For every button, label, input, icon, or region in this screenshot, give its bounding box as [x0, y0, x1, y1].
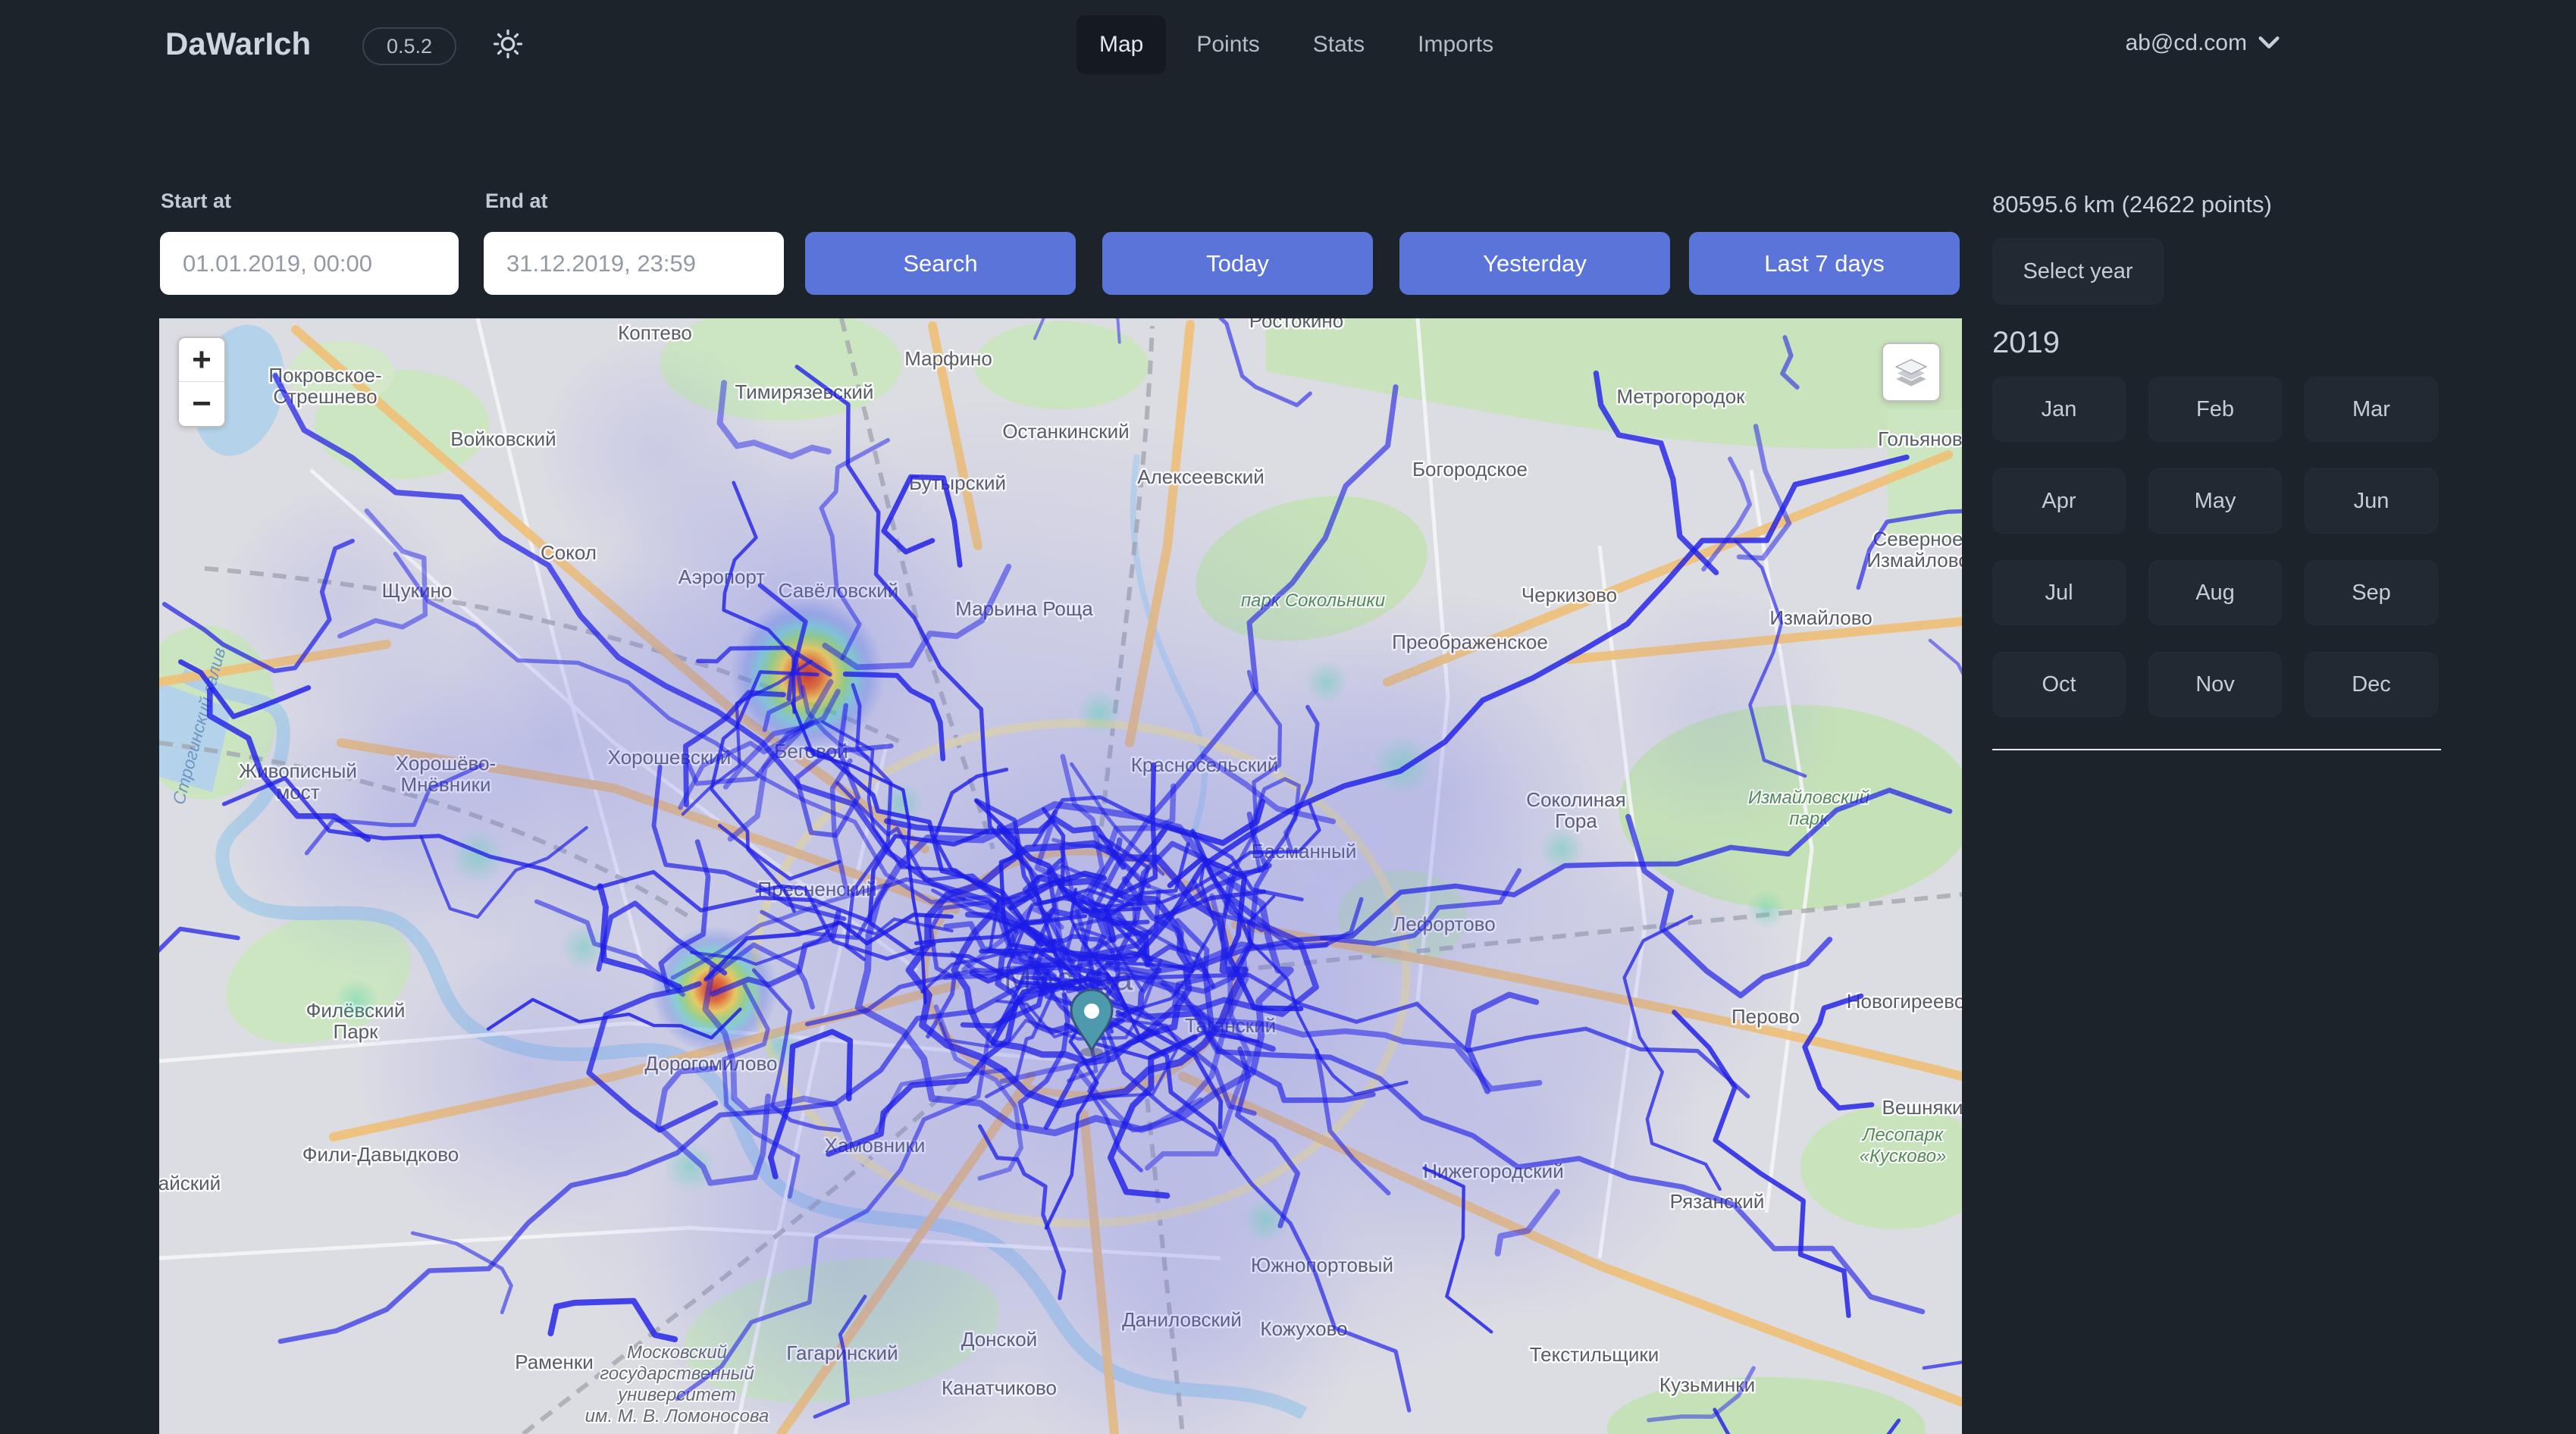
app-header: DaWarIch 0.5.2 Map Points Stats Imports … [0, 0, 2576, 91]
heat-haze-blob [538, 333, 781, 576]
heat-speck [1076, 690, 1122, 735]
chevron-down-icon [2258, 30, 2280, 56]
map-label: Ростокино [1249, 318, 1343, 332]
sun-icon [491, 27, 525, 64]
user-menu[interactable]: ab@cd.com [2125, 30, 2280, 56]
month-button-apr[interactable]: Apr [1992, 468, 2126, 534]
month-button-sep[interactable]: Sep [2305, 560, 2438, 625]
heat-speck [1372, 735, 1433, 796]
end-date-input[interactable] [484, 232, 784, 295]
map-label: Вешняки [1882, 1096, 1963, 1119]
map-label: Гольяново [1878, 427, 1962, 450]
heat-speck [1747, 890, 1786, 929]
heat-speck [1305, 661, 1348, 703]
month-button-aug[interactable]: Aug [2148, 560, 2282, 625]
selected-year-heading: 2019 [1992, 326, 2441, 360]
start-date-input[interactable] [160, 232, 459, 295]
tab-stats[interactable]: Stats [1290, 15, 1387, 74]
month-button-mar[interactable]: Mar [2305, 377, 2438, 442]
tab-map[interactable]: Map [1076, 15, 1166, 74]
map-canvas: КоптевоРостокиноТимирязевскийМарфиноОста… [159, 318, 1962, 1434]
month-button-nov[interactable]: Nov [2148, 652, 2282, 717]
tab-imports[interactable]: Imports [1395, 15, 1516, 74]
map-label: Черкизово [1521, 584, 1617, 606]
month-button-jan[interactable]: Jan [1992, 377, 2126, 442]
main-nav: Map Points Stats Imports [1076, 15, 1516, 74]
select-year-button[interactable]: Select year [1992, 238, 2164, 305]
map-label: Богородское [1412, 458, 1528, 481]
map-label: Марфино [904, 347, 992, 370]
app-logo[interactable]: DaWarIch [165, 26, 311, 62]
map-zoom-control: + − [177, 337, 226, 427]
yesterday-button[interactable]: Yesterday [1399, 232, 1670, 295]
map-label: Метрогородок [1616, 385, 1745, 408]
month-button-dec[interactable]: Dec [2305, 652, 2438, 717]
map-layers-button[interactable] [1882, 343, 1941, 402]
end-at-label: End at [485, 189, 548, 213]
start-at-label: Start at [161, 189, 231, 213]
dawarich-app: { "app": { "name": "DaWarIch", "version"… [0, 0, 2576, 1434]
months-grid: Jan Feb Mar Apr May Jun Jul Aug Sep Oct … [1992, 377, 2441, 717]
theme-toggle-button[interactable] [487, 24, 529, 67]
map-label: Новогиреево [1847, 990, 1962, 1013]
map-label: айский [159, 1172, 221, 1194]
month-button-oct[interactable]: Oct [1992, 652, 2126, 717]
heat-haze-blob [356, 902, 690, 1235]
user-email: ab@cd.com [2125, 30, 2247, 56]
month-button-may[interactable]: May [2148, 468, 2282, 534]
version-badge: 0.5.2 [362, 27, 456, 65]
heat-speck [334, 978, 379, 1023]
map-label: Лесопарк«Кусково» [1860, 1125, 1947, 1166]
map-label: Раменки [515, 1351, 594, 1373]
tab-points[interactable]: Points [1174, 15, 1282, 74]
last-7-days-button[interactable]: Last 7 days [1689, 232, 1960, 295]
month-button-jul[interactable]: Jul [1992, 560, 2126, 625]
month-button-feb[interactable]: Feb [2148, 377, 2282, 442]
sidebar-divider [1992, 749, 2441, 750]
zoom-in-button[interactable]: + [179, 338, 224, 382]
right-sidebar: 80595.6 km (24622 points) Select year 20… [1992, 191, 2441, 750]
heat-speck [664, 1141, 716, 1193]
today-button[interactable]: Today [1102, 232, 1373, 295]
zoom-out-button[interactable]: − [179, 382, 224, 426]
heat-haze-blob [1584, 584, 1842, 841]
layers-icon [1893, 352, 1929, 393]
search-button[interactable]: Search [805, 232, 1076, 295]
map-label: Текстильщики [1530, 1343, 1659, 1366]
distance-stats: 80595.6 km (24622 points) [1992, 191, 2441, 218]
map-container[interactable]: КоптевоРостокиноТимирязевскийМарфиноОста… [159, 318, 1962, 1434]
month-button-jun[interactable]: Jun [2305, 468, 2438, 534]
